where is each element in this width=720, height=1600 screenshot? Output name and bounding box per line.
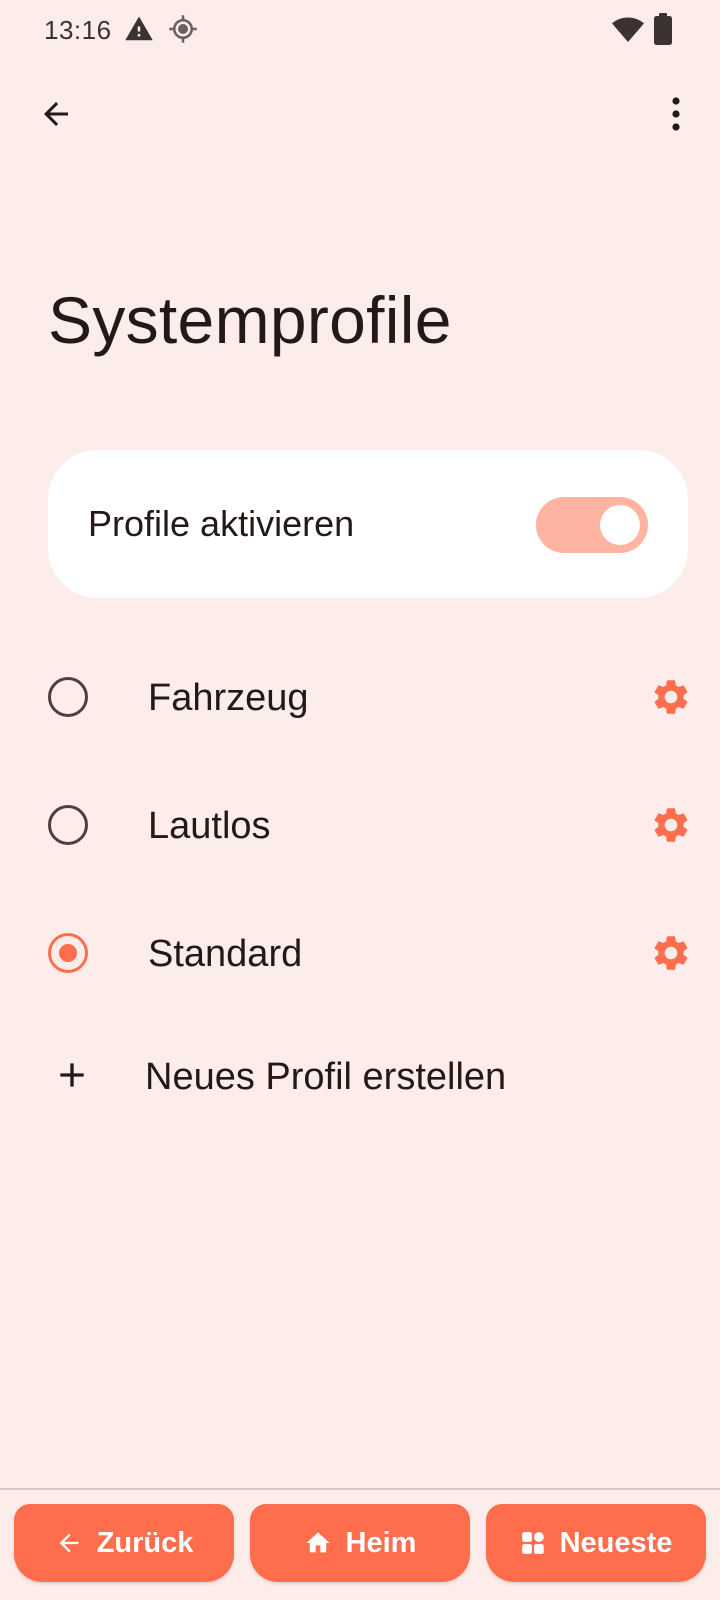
- wifi-icon: [612, 16, 644, 49]
- status-time: 13:16: [44, 15, 112, 45]
- battery-icon: [654, 13, 672, 50]
- arrow-left-icon: [59, 1533, 78, 1553]
- profile-label: Fahrzeug: [148, 677, 309, 719]
- home-icon: [305, 1532, 330, 1553]
- more-vert-icon: [670, 96, 682, 137]
- profile-row-standard[interactable]: Standard: [0, 898, 720, 1008]
- enable-profiles-switch[interactable]: [536, 497, 648, 553]
- profile-label: Standard: [148, 933, 303, 975]
- nav-divider: [0, 1488, 720, 1490]
- gear-icon[interactable]: [650, 676, 692, 718]
- profile-radio-selected[interactable]: [48, 933, 88, 973]
- switch-thumb: [600, 505, 640, 545]
- nav-recents-button[interactable]: Neueste: [486, 1504, 706, 1582]
- grid-icon: [521, 1532, 544, 1554]
- gear-icon[interactable]: [650, 804, 692, 846]
- nav-back-label: Zurück: [96, 1526, 194, 1559]
- profile-radio[interactable]: [48, 677, 88, 717]
- alert-triangle-icon: [124, 14, 154, 49]
- nav-home-button[interactable]: Heim: [250, 1504, 470, 1582]
- nav-back-button[interactable]: Zurück: [14, 1504, 234, 1582]
- more-options-button[interactable]: [648, 88, 704, 144]
- plus-icon: [52, 1055, 92, 1095]
- enable-profiles-label: Profile aktivieren: [88, 503, 355, 544]
- page-title: Systemprofile: [48, 283, 452, 357]
- status-bar: 13:16: [0, 0, 720, 62]
- gear-icon[interactable]: [650, 932, 692, 974]
- enable-profiles-card[interactable]: Profile aktivieren: [48, 450, 688, 598]
- profile-row-lautlos[interactable]: Lautlos: [0, 770, 720, 880]
- profile-row-fahrzeug[interactable]: Fahrzeug: [0, 642, 720, 752]
- back-button[interactable]: [28, 88, 84, 144]
- add-profile-row[interactable]: Neues Profil erstellen: [0, 1020, 720, 1130]
- add-profile-label: Neues Profil erstellen: [145, 1056, 507, 1098]
- nav-recents-label: Neueste: [559, 1526, 673, 1559]
- location-crosshair-icon: [168, 14, 198, 49]
- arrow-back-icon: [38, 96, 74, 137]
- profile-radio[interactable]: [48, 805, 88, 845]
- nav-home-label: Heim: [345, 1526, 417, 1559]
- radio-dot: [58, 943, 77, 962]
- profile-label: Lautlos: [148, 805, 271, 847]
